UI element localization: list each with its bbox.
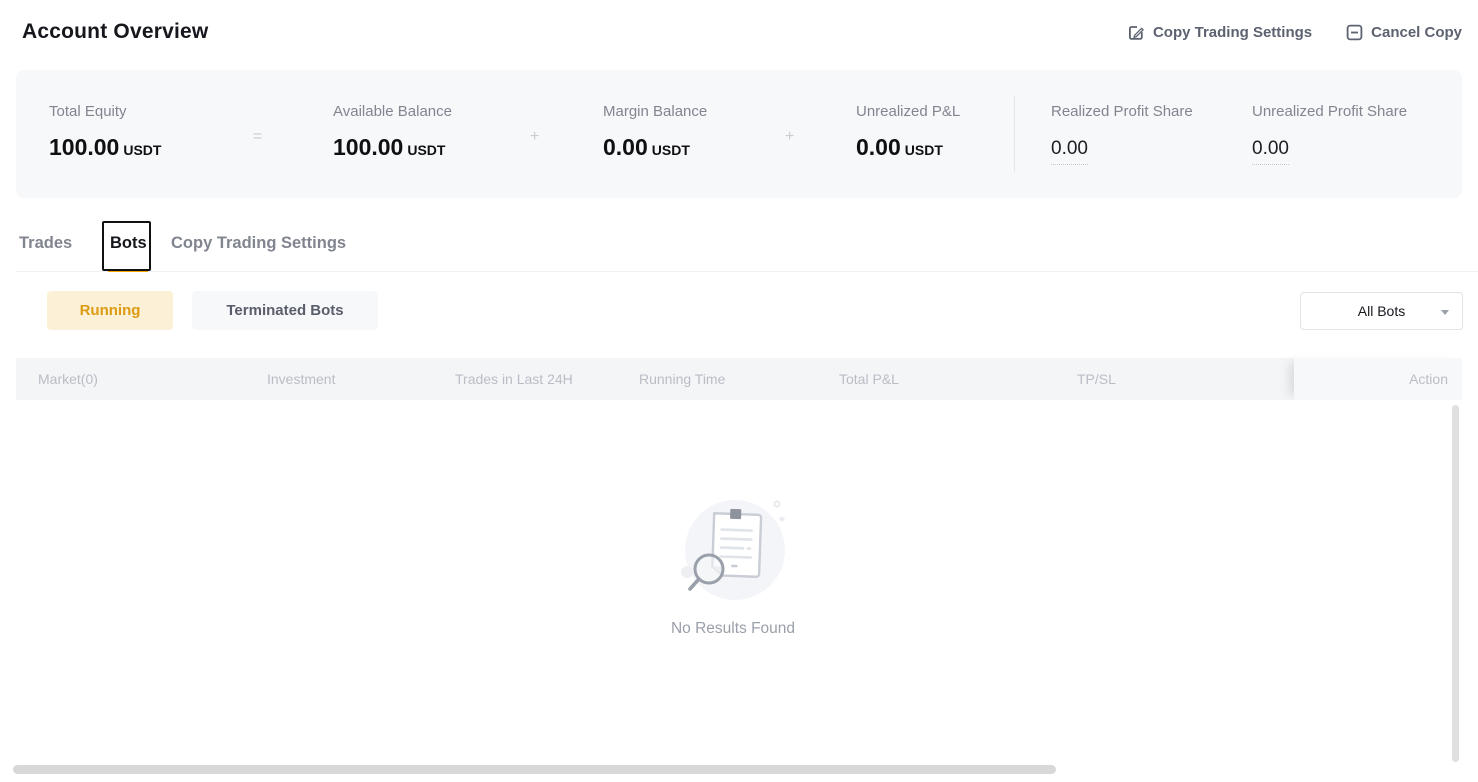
sticky-action-column: Action — [1294, 358, 1462, 400]
account-overview-page: Account Overview Copy Trading Settings C… — [0, 0, 1478, 782]
minus-square-icon — [1346, 24, 1363, 41]
account-summary-panel: Total Equity 100.00USDT = Available Bala… — [16, 70, 1462, 198]
column-header-running-time: Running Time — [639, 371, 725, 387]
bots-table-header: Market(0) Investment Trades in Last 24H … — [16, 358, 1462, 400]
plus-operator: + — [530, 128, 539, 146]
summary-label: Realized Profit Share — [1051, 103, 1193, 120]
tab-bots[interactable]: Bots — [110, 234, 147, 253]
edit-icon — [1128, 24, 1145, 41]
copy-trading-settings-label: Copy Trading Settings — [1153, 24, 1312, 41]
tabs-divider — [16, 271, 1478, 272]
cancel-copy-button[interactable]: Cancel Copy — [1346, 24, 1462, 41]
column-header-tpsl: TP/SL — [1077, 371, 1116, 387]
all-bots-dropdown[interactable]: All Bots — [1300, 292, 1463, 330]
all-bots-dropdown-value: All Bots — [1358, 303, 1405, 319]
cancel-copy-label: Cancel Copy — [1371, 24, 1462, 41]
bots-table-body: No Results Found — [0, 400, 1478, 765]
summary-label: Unrealized Profit Share — [1252, 103, 1407, 120]
no-results-icon — [673, 490, 793, 608]
summary-value: 100.00USDT — [333, 134, 445, 161]
page-title: Account Overview — [22, 20, 208, 44]
column-header-action: Action — [1409, 371, 1448, 387]
summary-label: Total Equity — [49, 103, 127, 120]
vertical-scrollbar[interactable] — [1452, 405, 1459, 762]
empty-state-text: No Results Found — [633, 620, 833, 638]
column-header-total-pnl: Total P&L — [839, 371, 899, 387]
horizontal-scrollbar[interactable] — [13, 765, 1056, 774]
summary-value: 0.00USDT — [603, 134, 690, 161]
copy-trading-settings-button[interactable]: Copy Trading Settings — [1128, 24, 1312, 41]
chevron-down-icon — [1441, 310, 1449, 315]
summary-label: Available Balance — [333, 103, 452, 120]
summary-label: Unrealized P&L — [856, 103, 960, 120]
terminated-bots-filter-button[interactable]: Terminated Bots — [192, 291, 378, 330]
column-header-market: Market(0) — [38, 371, 98, 387]
top-actions: Copy Trading Settings Cancel Copy — [1128, 24, 1462, 41]
tab-trades[interactable]: Trades — [19, 234, 72, 253]
active-tab-indicator — [108, 269, 148, 272]
summary-divider — [1014, 96, 1015, 172]
tab-copy-trading-settings[interactable]: Copy Trading Settings — [171, 234, 346, 253]
summary-value-underlined: 0.00 — [1051, 138, 1088, 165]
plus-operator: + — [785, 128, 794, 146]
column-header-trades-24h: Trades in Last 24H — [455, 371, 573, 387]
summary-value-underlined: 0.00 — [1252, 138, 1289, 165]
empty-state: No Results Found — [633, 490, 833, 638]
tabs-bar: Trades Bots Copy Trading Settings — [0, 220, 1478, 272]
summary-label: Margin Balance — [603, 103, 707, 120]
equals-operator: = — [253, 128, 262, 146]
summary-value: 0.00USDT — [856, 134, 943, 161]
column-header-investment: Investment — [267, 371, 335, 387]
running-filter-button[interactable]: Running — [47, 291, 173, 330]
summary-value: 100.00USDT — [49, 134, 161, 161]
